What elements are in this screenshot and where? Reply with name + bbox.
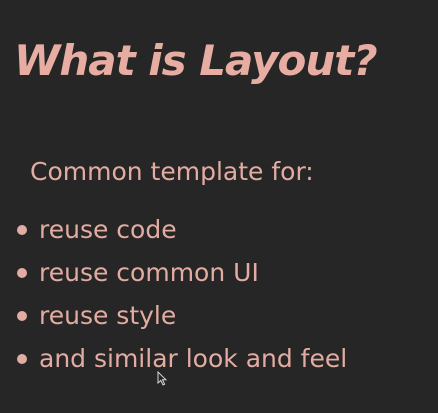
bullet-item: reuse code xyxy=(14,208,347,251)
bullet-item: reuse style xyxy=(14,294,347,337)
bullet-dot-icon xyxy=(17,353,27,364)
bullet-dot-icon xyxy=(17,310,27,321)
slide-title: What is Layout? xyxy=(14,36,378,85)
bullet-text: reuse style xyxy=(39,301,177,330)
presentation-slide: What is Layout? Common template for: reu… xyxy=(0,0,438,413)
slide-subtitle: Common template for: xyxy=(30,157,314,186)
bullet-dot-icon xyxy=(17,224,27,235)
mouse-pointer-icon xyxy=(157,371,167,386)
bullet-text: reuse common UI xyxy=(39,258,259,287)
bullet-list: reuse code reuse common UI reuse style a… xyxy=(14,208,347,380)
bullet-text: reuse code xyxy=(39,215,177,244)
bullet-text: and similar look and feel xyxy=(39,344,348,373)
bullet-dot-icon xyxy=(17,267,27,278)
bullet-item: and similar look and feel xyxy=(14,337,347,380)
bullet-item: reuse common UI xyxy=(14,251,347,294)
